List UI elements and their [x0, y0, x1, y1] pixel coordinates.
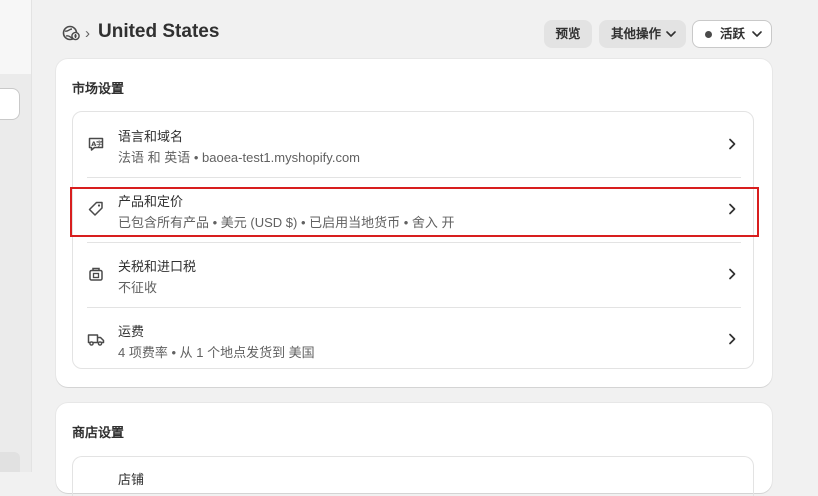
- more-actions-button[interactable]: 其他操作: [599, 20, 686, 48]
- row-subtitle: 法语 和 英语 • baoea-test1.myshopify.com: [118, 150, 360, 165]
- chevron-right-icon: [729, 333, 736, 345]
- store-settings-card: 商店设置 店铺: [56, 403, 772, 496]
- row-title: 运费: [118, 324, 145, 339]
- preview-button[interactable]: 预览: [544, 20, 592, 48]
- sidebar-search-field[interactable]: [0, 88, 20, 120]
- market-settings-card: 市场设置 A 字 语言和域名 法语 和 英语 • baoea-test1.mys…: [56, 59, 772, 387]
- sidebar-top-strip: [0, 0, 31, 74]
- row-title: 语言和域名: [118, 129, 184, 144]
- chevron-right-icon: [729, 138, 736, 150]
- chevron-right-icon: [729, 203, 736, 215]
- row-subtitle: 4 项费率 • 从 1 个地点发货到 美国: [118, 345, 315, 360]
- market-globe-icon: [62, 25, 80, 41]
- row-subtitle: 已包含所有产品 • 美元 (USD $) • 已启用当地货币 • 舍入 开: [118, 215, 455, 230]
- chevron-down-icon: [666, 31, 676, 37]
- list-item-duties-taxes[interactable]: 关税和进口税 不征收: [73, 242, 755, 307]
- status-label: 活跃: [720, 27, 746, 41]
- row-divider: [87, 307, 741, 308]
- store-settings-list: 店铺: [72, 456, 754, 496]
- status-dot-icon: [705, 31, 712, 38]
- svg-text:字: 字: [96, 140, 102, 148]
- market-settings-list: A 字 语言和域名 法语 和 英语 • baoea-test1.myshopif…: [72, 111, 754, 369]
- sidebar: [0, 0, 32, 472]
- breadcrumb-separator: ›: [85, 25, 90, 42]
- market-settings-title: 市场设置: [72, 81, 125, 96]
- page-header: › United States 预览 其他操作 活跃: [56, 18, 772, 50]
- language-icon: A 字: [88, 137, 104, 151]
- sidebar-bottom-item[interactable]: [0, 452, 20, 472]
- row-divider: [87, 177, 741, 178]
- row-divider: [87, 242, 741, 243]
- customs-icon: [89, 267, 103, 281]
- more-actions-label: 其他操作: [611, 27, 662, 41]
- store-settings-title: 商店设置: [72, 425, 125, 440]
- row-title: 关税和进口税: [118, 259, 197, 274]
- status-button[interactable]: 活跃: [692, 20, 772, 48]
- preview-button-label: 预览: [555, 27, 581, 41]
- row-title: 产品和定价: [118, 194, 184, 209]
- chevron-right-icon: [729, 268, 736, 280]
- list-item-language-domain[interactable]: A 字 语言和域名 法语 和 英语 • baoea-test1.myshopif…: [73, 112, 755, 177]
- list-item-shipping[interactable]: 运费 4 项费率 • 从 1 个地点发货到 美国: [73, 307, 755, 372]
- row-subtitle: 不征收: [118, 280, 158, 295]
- price-tag-icon: [88, 201, 103, 216]
- chevron-down-icon: [752, 31, 762, 37]
- truck-icon: [87, 334, 105, 346]
- page-title: United States: [98, 21, 220, 42]
- list-item-products-pricing[interactable]: 产品和定价 已包含所有产品 • 美元 (USD $) • 已启用当地货币 • 舍…: [73, 177, 755, 242]
